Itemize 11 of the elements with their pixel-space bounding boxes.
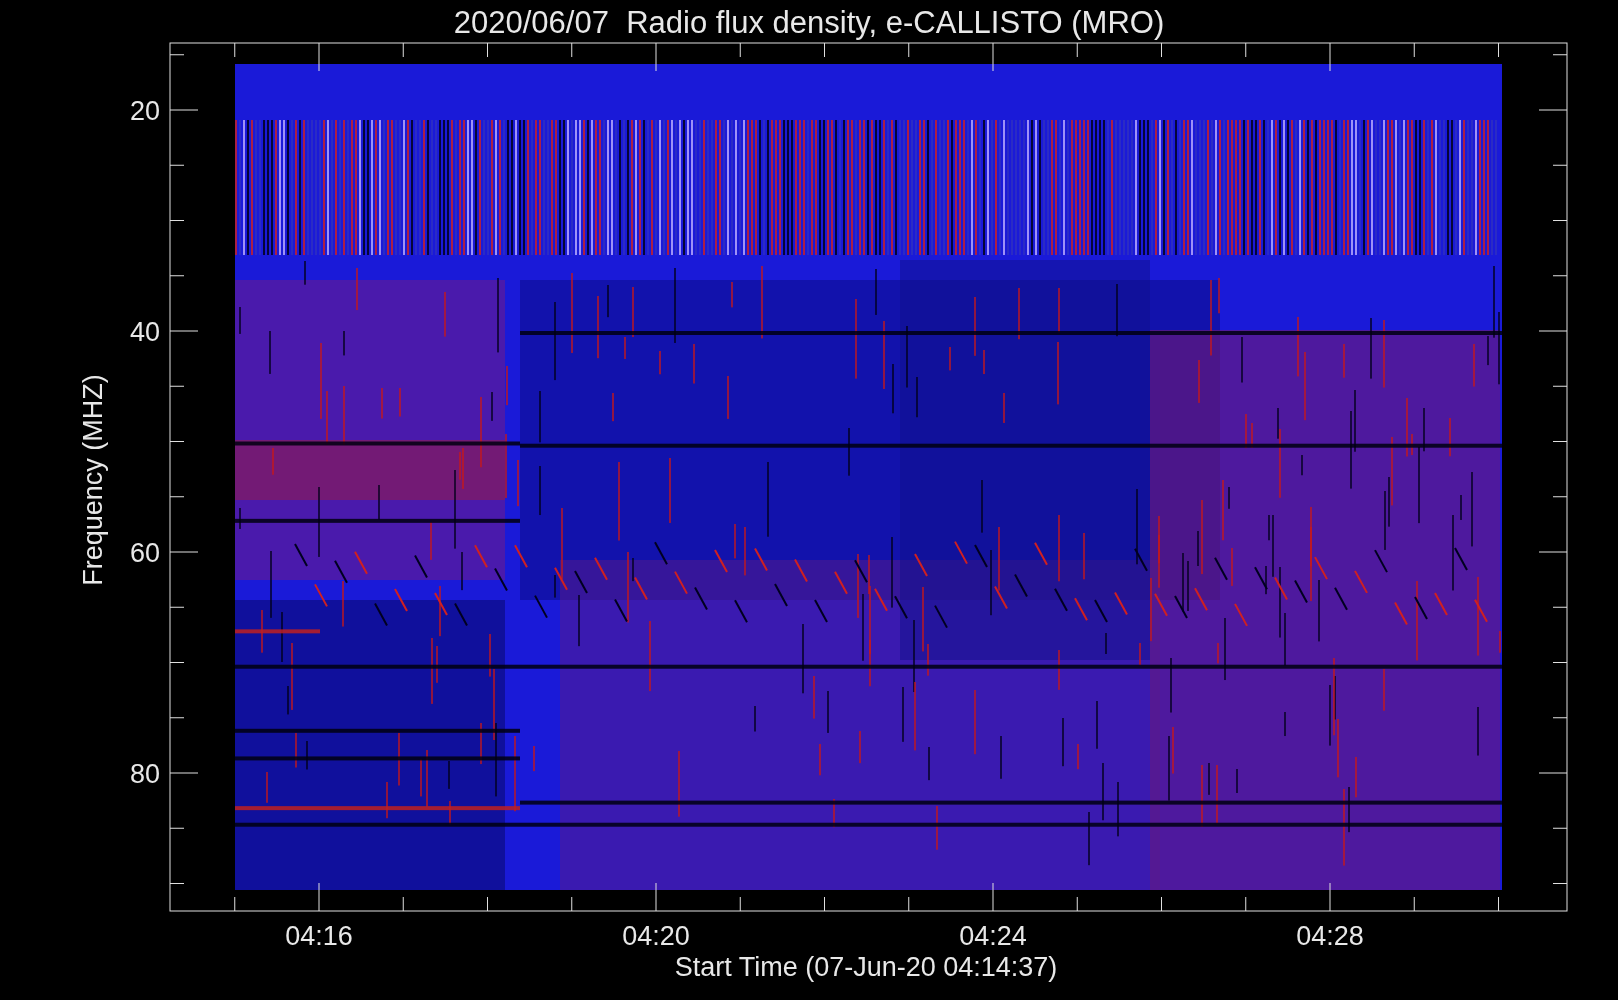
y-axis-title: Frequency (MHZ) xyxy=(78,374,108,586)
x-tick-label: 04:28 xyxy=(1296,921,1364,951)
x-tick-label: 04:24 xyxy=(959,921,1027,951)
y-tick-label: 20 xyxy=(129,96,160,126)
x-axis-title: Start Time (07-Jun-20 04:14:37) xyxy=(674,952,1058,982)
y-tick-label: 60 xyxy=(129,538,160,568)
y-tick-label: 40 xyxy=(129,317,160,347)
chart-title: 2020/06/07 Radio flux density, e-CALLISTO (MRO) xyxy=(453,5,1165,40)
x-tick-label: 04:16 xyxy=(285,921,353,951)
x-tick-label: 04:20 xyxy=(622,921,690,951)
y-tick-label: 80 xyxy=(129,759,160,789)
